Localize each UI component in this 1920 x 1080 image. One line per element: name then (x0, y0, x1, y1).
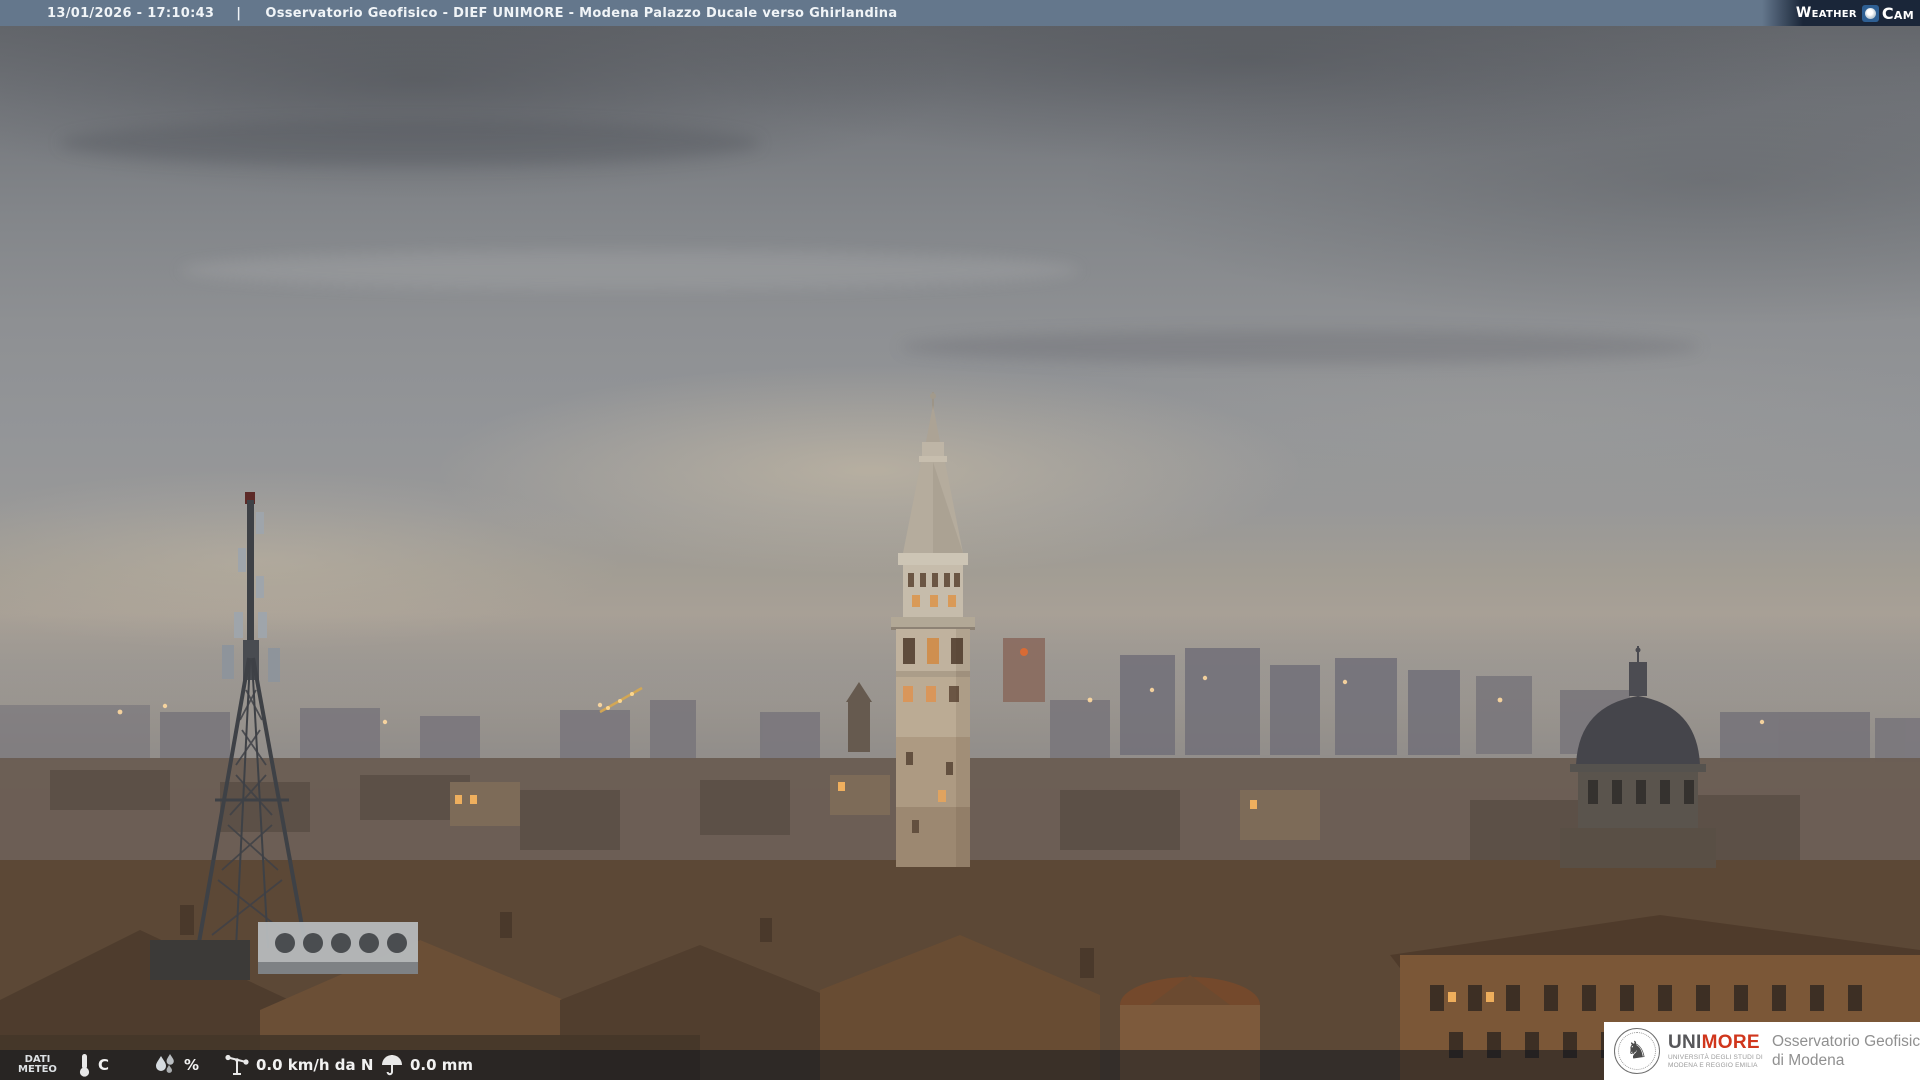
vignette (0, 0, 1920, 1080)
unimore-more-text: MORE (1701, 1032, 1760, 1053)
weathercam-logo[interactable]: Weather Cam (1761, 0, 1920, 26)
datetime-label: 13/01/2026 - 17:10:43 (47, 5, 215, 21)
rain-value: 0.0 mm (410, 1056, 474, 1074)
unimore-logo[interactable]: ♞ UNIMORE UNIVERSITÀ DEGLI STUDI DI MODE… (1604, 1022, 1920, 1080)
meteo-label-line2: METEO (18, 1064, 57, 1075)
camera-lens-icon (1861, 4, 1879, 22)
separator: | (236, 5, 242, 21)
weathercam-weather-label: Weather (1795, 5, 1857, 21)
thermometer-icon (76, 1052, 92, 1078)
webcam-view: 13/01/2026 - 17:10:43 | Osservatorio Geo… (0, 0, 1920, 1080)
humidity-drops-icon (152, 1053, 178, 1077)
webcam-photo (0, 0, 1920, 1080)
temperature-reading: C (76, 1050, 109, 1080)
top-bar: 13/01/2026 - 17:10:43 | Osservatorio Geo… (0, 0, 1920, 26)
knight-glyph: ♞ (1624, 1035, 1650, 1066)
observatory-line1: Osservatorio Geofisico (1771, 1033, 1920, 1050)
umbrella-icon (380, 1053, 404, 1077)
humidity-value: % (184, 1056, 200, 1074)
observatory-name: Osservatorio Geofisico di Modena (1772, 1032, 1920, 1070)
rain-reading: 0.0 mm (380, 1050, 473, 1080)
university-line2: MODENA E REGGIO EMILIA (1668, 1061, 1758, 1069)
weathercam-cam-label: Cam (1881, 3, 1914, 23)
temperature-value: C (98, 1056, 110, 1074)
meteo-data-label: DATI METEO (18, 1050, 57, 1080)
webcam-title: Osservatorio Geofisico - DIEF UNIMORE - … (265, 5, 898, 21)
wind-value: 0.0 km/h da N (256, 1056, 374, 1074)
university-line1: UNIVERSITÀ DEGLI STUDI DI (1668, 1054, 1763, 1061)
wind-reading: 0.0 km/h da N (224, 1050, 373, 1080)
anemometer-icon (224, 1053, 250, 1077)
unimore-wordmark: UNIMORE UNIVERSITÀ DEGLI STUDI DI MODENA… (1668, 1033, 1763, 1069)
unimore-seal-icon: ♞ (1614, 1028, 1660, 1074)
unimore-uni-text: UNI (1668, 1032, 1702, 1053)
humidity-reading: % (152, 1050, 199, 1080)
observatory-line2: di Modena (1771, 1052, 1845, 1069)
